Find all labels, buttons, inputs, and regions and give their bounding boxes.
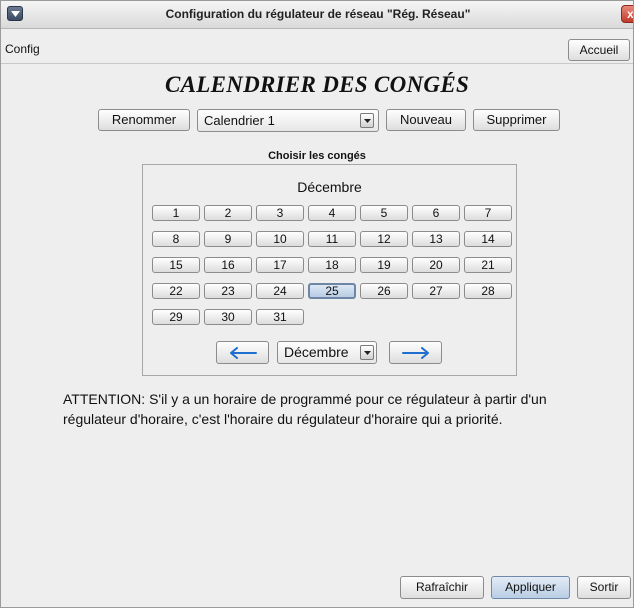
day-button[interactable]: 9 [204,231,252,247]
day-button[interactable]: 22 [152,283,200,299]
day-button[interactable]: 30 [204,309,252,325]
calendar-select-value: Calendrier 1 [204,113,275,128]
holiday-section-title: Choisir les congés [268,150,366,162]
exit-button[interactable]: Sortir [577,576,631,599]
menu-bar: Config Accueil [1,29,633,64]
day-button[interactable]: 31 [256,309,304,325]
next-month-button[interactable] [389,341,442,364]
month-select[interactable]: Décembre [277,341,377,364]
day-button[interactable]: 28 [464,283,512,299]
chevron-down-icon[interactable] [360,113,374,128]
day-button[interactable]: 5 [360,205,408,221]
window-title: Configuration du régulateur de réseau "R… [165,7,471,21]
day-button[interactable]: 14 [464,231,512,247]
day-button[interactable]: 12 [360,231,408,247]
day-button[interactable]: 2 [204,205,252,221]
arrow-left-icon [230,347,257,359]
chevron-down-icon[interactable] [360,345,374,360]
day-button[interactable]: 11 [308,231,356,247]
previous-month-button[interactable] [216,341,269,364]
day-button[interactable]: 27 [412,283,460,299]
day-button-selected[interactable]: 25 [308,283,356,299]
day-button[interactable]: 20 [412,257,460,273]
day-button[interactable]: 10 [256,231,304,247]
day-button[interactable]: 16 [204,257,252,273]
day-button[interactable]: 26 [360,283,408,299]
day-button[interactable]: 8 [152,231,200,247]
rename-button[interactable]: Renommer [98,109,190,131]
refresh-button[interactable]: Rafraîchir [400,576,484,599]
day-button[interactable]: 19 [360,257,408,273]
day-button[interactable]: 29 [152,309,200,325]
day-button[interactable]: 24 [256,283,304,299]
day-button[interactable]: 13 [412,231,460,247]
close-button[interactable]: x [621,5,633,23]
day-button[interactable]: 18 [308,257,356,273]
month-label: Décembre [297,179,362,195]
config-window: Configuration du régulateur de réseau "R… [0,0,634,608]
new-button[interactable]: Nouveau [386,109,466,131]
apply-button[interactable]: Appliquer [491,576,570,599]
delete-button[interactable]: Supprimer [473,109,560,131]
menu-config[interactable]: Config [5,42,40,56]
holiday-picker-panel: Décembre 1 2 3 4 5 6 7 8 9 10 11 12 13 1… [142,164,517,376]
title-bar[interactable]: Configuration du régulateur de réseau "R… [1,1,633,29]
day-button[interactable]: 15 [152,257,200,273]
month-select-value: Décembre [284,344,349,360]
day-button[interactable]: 23 [204,283,252,299]
home-button[interactable]: Accueil [568,39,630,61]
day-button[interactable]: 7 [464,205,512,221]
day-button[interactable]: 21 [464,257,512,273]
day-button[interactable]: 1 [152,205,200,221]
day-button[interactable]: 3 [256,205,304,221]
day-button[interactable]: 17 [256,257,304,273]
page-title: CALENDRIER DES CONGÉS [164,72,470,97]
day-button[interactable]: 4 [308,205,356,221]
calendar-select[interactable]: Calendrier 1 [197,109,379,132]
arrow-right-icon [402,347,429,359]
priority-warning-text: ATTENTION: S'il y a un horaire de progra… [63,391,547,427]
day-button[interactable]: 6 [412,205,460,221]
